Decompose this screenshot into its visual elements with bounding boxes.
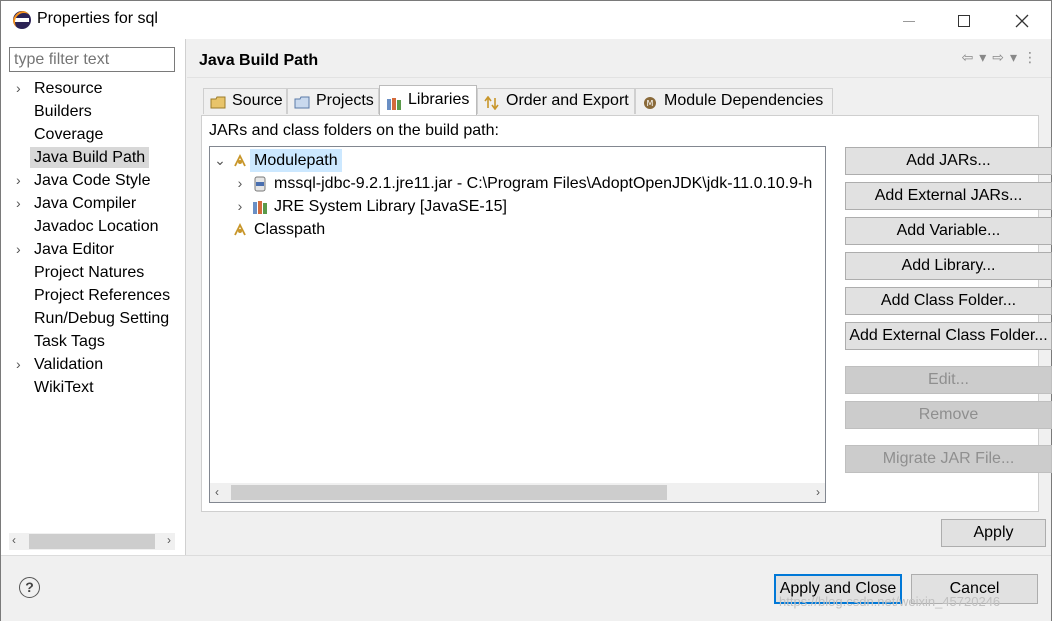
property-page-tree: › Resource Builders Coverage Java Build P… [1,77,186,399]
nav-item-builders[interactable]: Builders [1,100,186,123]
chevron-down-icon[interactable]: ⌄ [214,149,226,172]
chevron-right-icon[interactable]: › [16,169,21,192]
nav-item-java-build-path[interactable]: Java Build Path [1,146,186,169]
add-class-folder-button[interactable]: Add Class Folder... [845,287,1052,315]
nav-item-javadoc-location[interactable]: Javadoc Location [1,215,186,238]
nav-item-validation[interactable]: › Validation [1,353,186,376]
properties-dialog: Properties for sql ›Resource Builders Co… [0,0,1052,621]
scroll-left-icon[interactable]: ‹ [215,485,219,499]
minimize-icon [903,20,915,22]
tab-module-dependencies[interactable]: M Module Dependencies [635,88,833,114]
divider [187,77,1051,78]
navigator-horizontal-scrollbar[interactable]: ‹ › [9,533,175,550]
add-external-class-folder-button[interactable]: Add External Class Folder... [845,322,1052,350]
tree-horizontal-scrollbar[interactable]: ‹ › [210,483,825,502]
libraries-tab-panel: JARs and class folders on the build path… [201,115,1052,512]
tab-libraries[interactable]: Libraries [379,85,477,115]
page-title: Java Build Path [199,52,319,69]
classpath-icon [232,222,248,238]
scrollbar-thumb[interactable] [29,534,155,549]
nav-item-project-references[interactable]: Project References [1,284,186,307]
projects-icon [294,94,310,109]
chevron-right-icon[interactable]: › [16,77,21,100]
tab-source[interactable]: Source [203,88,287,114]
tree-item-mssql-jar[interactable]: › mssql-jdbc-9.2.1.jre11.jar - C:\Progra… [210,172,825,195]
chevron-down-icon[interactable]: ▾ [979,49,992,65]
nav-item-java-code-style[interactable]: › Java Code Style [1,169,186,192]
tab-projects[interactable]: Projects [287,88,379,114]
nav-item-wikitext[interactable]: WikiText [1,376,186,399]
tree-item-modulepath[interactable]: ⌄ Modulepath [210,149,825,172]
add-jars-button[interactable]: Add JARs... [845,147,1052,175]
dialog-button-bar: ? Apply and Close Cancel https://blog.cs… [1,555,1051,621]
maximize-button[interactable] [936,1,992,39]
title-bar: Properties for sql [1,1,1051,39]
edit-button[interactable]: Edit... [845,366,1052,394]
nav-item-java-editor[interactable]: › Java Editor [1,238,186,261]
svg-text:M: M [647,99,654,108]
apply-button[interactable]: Apply [941,519,1046,547]
tree-item-jre-system-library[interactable]: › JRE System Library [JavaSE-15] [210,195,825,218]
tab-order-and-export[interactable]: Order and Export [477,88,635,114]
scroll-right-icon[interactable]: › [167,533,171,547]
module-icon: M [642,94,658,109]
chevron-right-icon[interactable]: › [234,172,246,195]
migrate-jar-button[interactable]: Migrate JAR File... [845,445,1052,473]
library-icon [252,199,268,215]
source-folder-icon [210,94,226,109]
chevron-down-icon[interactable]: ▾ [1010,49,1023,65]
chevron-right-icon[interactable]: › [16,353,21,376]
window-title: Properties for sql [37,10,158,27]
watermark: https://blog.csdn.net/weixin_45720246 [779,594,1001,609]
remove-button[interactable]: Remove [845,401,1052,429]
forward-arrow-icon[interactable]: ⇨ [992,49,1010,65]
page-navigation: ⇦▾⇨▾⋮ [961,49,1043,66]
chevron-right-icon[interactable]: › [234,195,246,218]
add-external-jars-button[interactable]: Add External JARs... [845,182,1052,210]
jar-icon [252,176,268,192]
order-export-icon [484,94,500,111]
scroll-right-icon[interactable]: › [816,485,820,499]
property-page-navigator: ›Resource Builders Coverage Java Build P… [1,39,186,555]
nav-item-coverage[interactable]: Coverage [1,123,186,146]
libraries-tree: ⌄ Modulepath › mssql-jdbc-9.2.1.jre11.ja… [209,146,826,503]
chevron-right-icon[interactable]: › [16,238,21,261]
libraries-icon [386,93,402,110]
nav-item-task-tags[interactable]: Task Tags [1,330,186,353]
close-icon [1015,14,1029,28]
nav-item-resource[interactable]: › Resource [1,77,186,100]
build-path-label: JARs and class folders on the build path… [209,122,499,139]
minimize-button[interactable] [881,1,937,39]
chevron-right-icon[interactable]: › [16,192,21,215]
scrollbar-thumb[interactable] [231,485,667,500]
add-library-button[interactable]: Add Library... [845,252,1052,280]
nav-item-java-compiler[interactable]: › Java Compiler [1,192,186,215]
back-arrow-icon[interactable]: ⇦ [961,49,979,65]
add-variable-button[interactable]: Add Variable... [845,217,1052,245]
nav-item-project-natures[interactable]: Project Natures [1,261,186,284]
help-icon[interactable]: ? [19,577,40,598]
nav-item-run-debug-setting[interactable]: Run/Debug Setting [1,307,186,330]
property-page: Java Build Path ⇦▾⇨▾⋮ Source Projects Li… [187,39,1052,555]
filter-input[interactable] [9,47,175,72]
view-menu-icon[interactable]: ⋮ [1023,49,1043,65]
eclipse-logo-icon [13,11,31,29]
scroll-left-icon[interactable]: ‹ [12,533,16,547]
close-button[interactable] [994,1,1050,39]
tree-item-classpath[interactable]: Classpath [210,218,825,241]
maximize-icon [958,15,970,28]
modulepath-icon [232,153,248,169]
